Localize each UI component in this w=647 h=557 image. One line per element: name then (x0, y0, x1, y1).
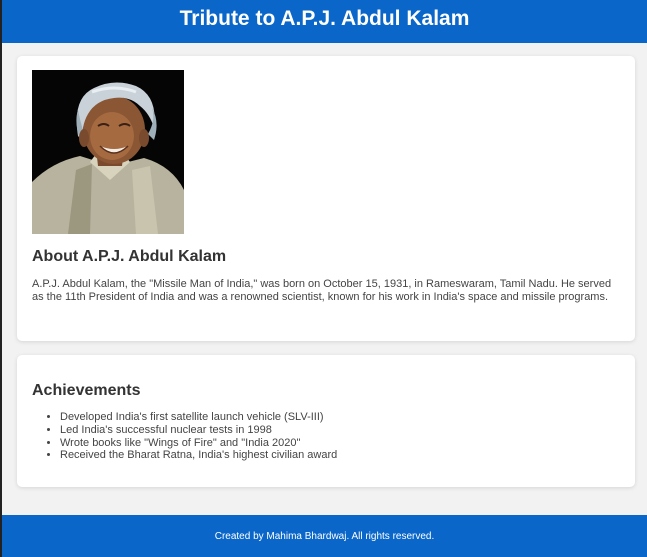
list-item: Led India's successful nuclear tests in … (60, 424, 620, 437)
achievements-list: Developed India's first satellite launch… (60, 411, 620, 462)
achievements-heading: Achievements (32, 382, 141, 399)
about-heading: About A.P.J. Abdul Kalam (32, 248, 227, 265)
portrait-image (32, 70, 184, 234)
about-card: About A.P.J. Abdul Kalam A.P.J. Abdul Ka… (17, 56, 635, 341)
list-item: Received the Bharat Ratna, India's highe… (60, 449, 620, 462)
list-item: Wrote books like "Wings of Fire" and "In… (60, 437, 620, 450)
footer-text: Created by Mahima Bhardwaj. All rights r… (214, 530, 435, 542)
site-footer: Created by Mahima Bhardwaj. All rights r… (2, 515, 647, 557)
achievements-card: Achievements Developed India's first sat… (17, 355, 635, 487)
page-title: Tribute to A.P.J. Abdul Kalam (179, 6, 470, 30)
about-paragraph: A.P.J. Abdul Kalam, the "Missile Man of … (32, 278, 612, 303)
list-item: Developed India's first satellite launch… (60, 411, 620, 424)
portrait-illustration (32, 70, 184, 234)
site-header: Tribute to A.P.J. Abdul Kalam (2, 0, 647, 43)
